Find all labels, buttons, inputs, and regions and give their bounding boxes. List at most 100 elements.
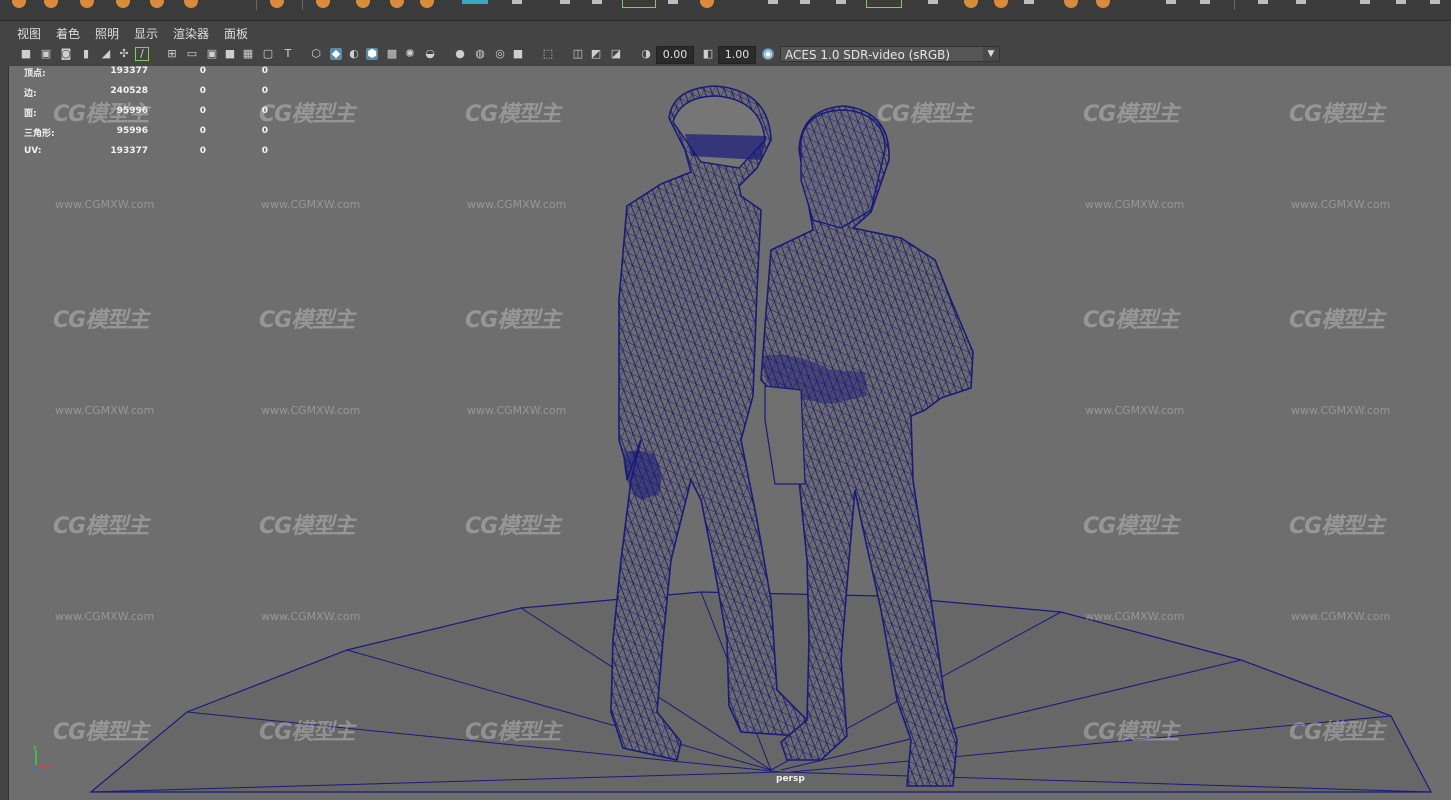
wireframe-on-shaded-icon[interactable]: ⬢ — [366, 48, 378, 60]
shelf-tool-icon[interactable] — [116, 0, 130, 8]
camera-attributes-icon[interactable]: ▣ — [40, 48, 52, 60]
hud-value: 0 — [261, 66, 268, 76]
safe-action-icon[interactable]: ▢ — [262, 48, 274, 60]
scene-wireframe — [89, 85, 1432, 793]
isolate-select-icon[interactable]: ⬚ — [542, 48, 554, 60]
use-all-lights-icon[interactable]: ✺ — [404, 48, 416, 60]
film-gate-icon[interactable]: ▭ — [186, 48, 198, 60]
chevron-down-icon: ▼ — [983, 47, 999, 61]
shelf-tool-icon[interactable] — [316, 0, 330, 8]
hud-value: 0 — [199, 86, 206, 96]
shelf-tool-icon[interactable] — [80, 0, 94, 8]
smooth-shade-icon[interactable]: ◆ — [330, 48, 342, 60]
shelf-tool-icon[interactable] — [390, 0, 404, 8]
shelf-tool-icon[interactable] — [622, 0, 656, 8]
shelf-tool-icon[interactable] — [1024, 0, 1034, 4]
shelf-tool-icon[interactable] — [866, 0, 902, 8]
shelf-tool-icon[interactable] — [12, 0, 26, 8]
shelf-tool-icon[interactable] — [1360, 0, 1370, 4]
shelf-tool-icon[interactable] — [270, 0, 284, 8]
select-camera-icon[interactable]: ■ — [20, 48, 32, 60]
view-transform-value: ACES 1.0 SDR-video (sRGB) — [785, 48, 951, 62]
default-material-icon[interactable]: ◐ — [348, 48, 360, 60]
hud-label: 三角形: — [24, 129, 55, 139]
shelf-tool-icon[interactable] — [700, 0, 714, 8]
shelf-tool-icon[interactable] — [768, 0, 778, 4]
field-chart-icon[interactable]: ▦ — [242, 48, 254, 60]
shelf-tool-icon[interactable] — [1296, 0, 1306, 4]
hud-value: 95996 — [116, 126, 148, 136]
shelf-tool-icon[interactable] — [928, 0, 938, 4]
safe-title-icon[interactable]: T — [282, 48, 294, 60]
shelf-divider — [256, 0, 257, 10]
shelf-tool-icon[interactable] — [836, 0, 846, 4]
shelf-tool-icon[interactable] — [462, 0, 488, 4]
hud-value: 0 — [199, 146, 206, 156]
shelf-tool-icon[interactable] — [1166, 0, 1176, 4]
multisample-aa-icon[interactable]: ◎ — [494, 48, 506, 60]
bookmarks-icon[interactable]: ◙ — [60, 48, 72, 60]
gamma-field[interactable]: 1.00 — [718, 46, 756, 64]
shelf-tool-icon[interactable] — [994, 0, 1008, 8]
motion-blur-icon[interactable]: ◍ — [474, 48, 486, 60]
hud-value: 0 — [261, 126, 268, 136]
hud-value: 0 — [199, 106, 206, 116]
shelf-tool-icon[interactable] — [1096, 0, 1110, 8]
shelf-tool-icon[interactable] — [1258, 0, 1268, 4]
image-plane-icon[interactable]: ▮ — [80, 48, 92, 60]
menu-panels[interactable]: 面板 — [224, 25, 248, 42]
exposure-icon[interactable]: ◑ — [640, 48, 652, 60]
shelf-tool-icon[interactable] — [592, 0, 602, 4]
grease-pencil-draw-icon[interactable]: ∕ — [135, 47, 149, 61]
xray-components-icon[interactable]: ◪ — [610, 48, 622, 60]
hud-value: 193377 — [110, 66, 148, 76]
depth-of-field-icon[interactable]: ■ — [512, 48, 524, 60]
screen-space-ao-icon[interactable]: ● — [454, 48, 466, 60]
twod-pan-zoom-icon[interactable]: ✣ — [118, 48, 130, 60]
menu-show[interactable]: 显示 — [134, 25, 158, 42]
menu-lighting[interactable]: 照明 — [95, 25, 119, 42]
grid-icon[interactable]: ⊞ — [166, 48, 178, 60]
grease-pencil-icon[interactable]: ◢ — [100, 48, 112, 60]
shelf-divider — [1234, 0, 1235, 10]
panel-toolbar: ■ ▣ ◙ ▮ ◢ ✣ ∕ ⊞ ▭ ▣ ■ ▦ ▢ T ⬡ ◆ ◐ ⬢ ▩ ✺ … — [0, 43, 1451, 66]
shelf-tool-icon[interactable] — [1200, 0, 1210, 4]
shelf-tool-icon[interactable] — [44, 0, 58, 8]
shelf-tool-icon[interactable] — [560, 0, 570, 4]
resolution-gate-icon[interactable]: ▣ — [206, 48, 218, 60]
shelf-tool-icon[interactable] — [420, 0, 434, 8]
camera-name-label: persp — [776, 774, 805, 784]
shelf-tool-icon[interactable] — [1064, 0, 1078, 8]
shelf-tool-icon[interactable] — [964, 0, 978, 8]
xray-icon[interactable]: ◫ — [572, 48, 584, 60]
exposure-field[interactable]: 0.00 — [656, 46, 694, 64]
hud-value: 0 — [261, 86, 268, 96]
panel-menu-bar: 视图 着色 照明 显示 渲染器 面板 — [0, 21, 1451, 43]
shelf-tool-icon[interactable] — [1430, 0, 1440, 4]
view-transform-select[interactable]: ACES 1.0 SDR-video (sRGB) ▼ — [780, 46, 1000, 62]
gate-mask-icon[interactable]: ■ — [224, 48, 236, 60]
gamma-icon[interactable]: ◧ — [702, 48, 714, 60]
xray-joints-icon[interactable]: ◩ — [590, 48, 602, 60]
shelf-tool-icon[interactable] — [150, 0, 164, 8]
shelf-tool-icon[interactable] — [512, 0, 522, 4]
shelf-tool-icon[interactable] — [800, 0, 810, 4]
shelf-tool-icon[interactable] — [668, 0, 678, 4]
axis-x-label: x — [49, 762, 53, 770]
axis-y-label: y — [33, 743, 37, 751]
color-management-icon[interactable]: ◉ — [762, 48, 774, 60]
shadows-icon[interactable]: ◒ — [424, 48, 436, 60]
textured-icon[interactable]: ▩ — [386, 48, 398, 60]
shelf-tool-icon[interactable] — [356, 0, 370, 8]
hud-value: 95996 — [116, 106, 148, 116]
shelf-tool-icon[interactable] — [184, 0, 198, 8]
menu-shading[interactable]: 着色 — [56, 25, 80, 42]
menu-renderer[interactable]: 渲染器 — [173, 25, 209, 42]
hud-label: 边: — [24, 89, 37, 99]
hud-value: 240528 — [110, 86, 148, 96]
persp-viewport[interactable]: CG模型主 CG模型主 CG模型主 CG模型主 CG模型主 CG模型主 www.… — [8, 66, 1451, 800]
shelf-bar — [0, 0, 1451, 21]
wireframe-icon[interactable]: ⬡ — [310, 48, 322, 60]
menu-view[interactable]: 视图 — [17, 25, 41, 42]
shelf-tool-icon[interactable] — [1396, 0, 1406, 4]
